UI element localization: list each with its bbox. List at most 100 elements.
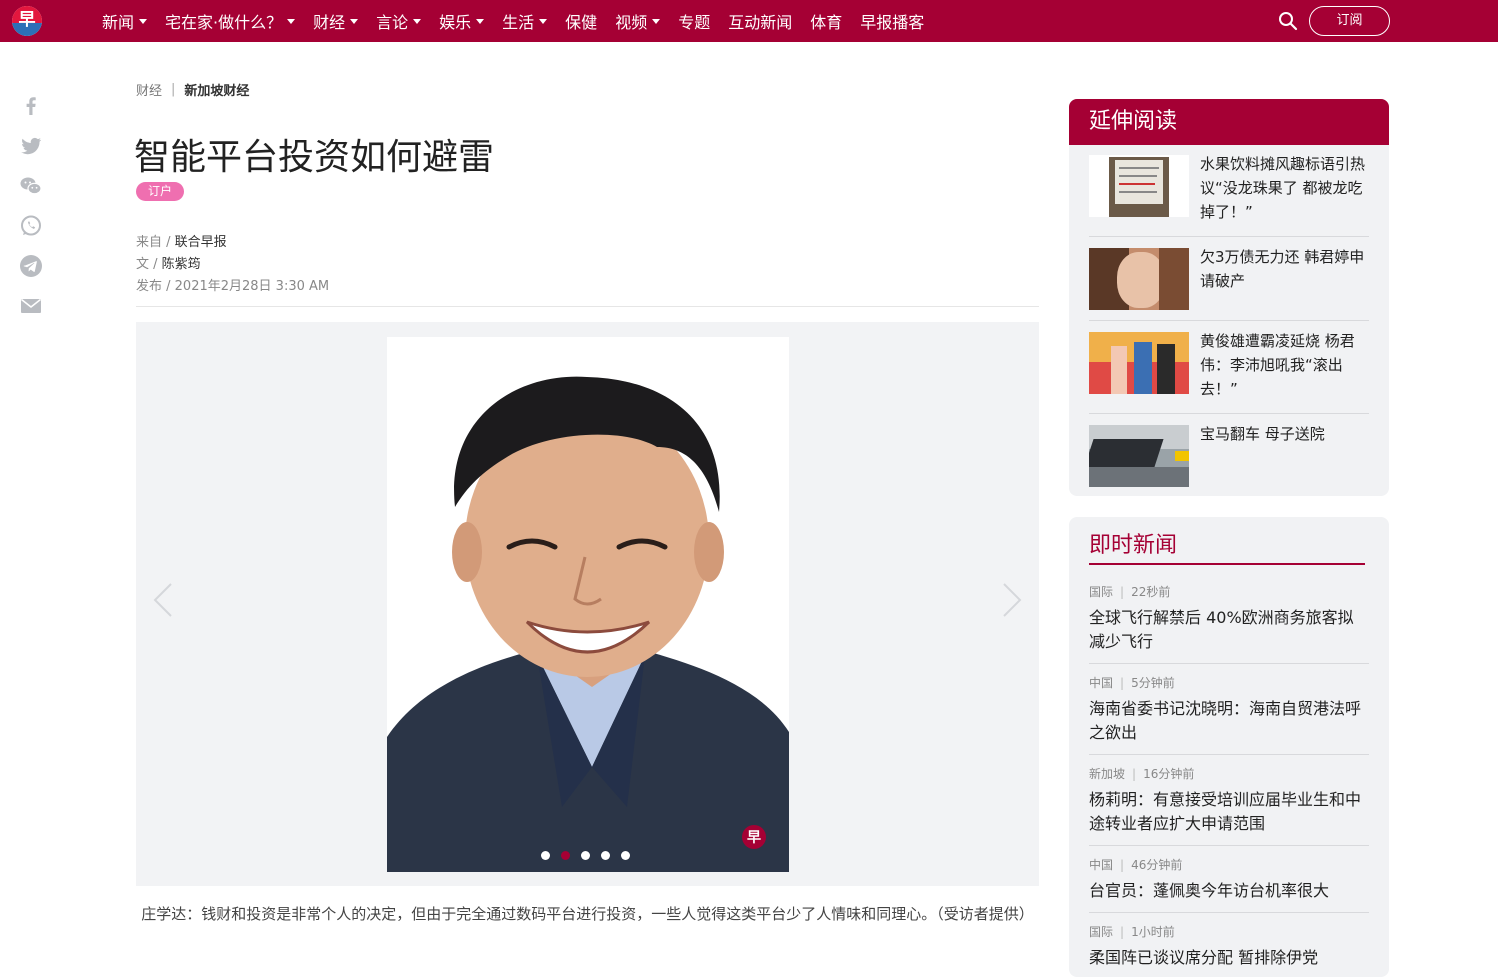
nav-item-label: 体育 (810, 13, 843, 32)
news-item[interactable]: 国际 | 1小时前 柔国阵已谈议席分配 暂排除伊党 (1089, 923, 1369, 970)
breadcrumb-parent[interactable]: 财经 (136, 80, 162, 99)
related-headline[interactable]: 水果饮料摊风趣标语引热议“没龙珠果了 都被龙吃掉了！” (1200, 152, 1369, 224)
nav-item[interactable]: 宅在家·做什么？ (165, 9, 296, 33)
breadcrumb: 财经 | 新加坡财经 (136, 80, 249, 99)
nav-item[interactable]: 专题 (678, 9, 710, 33)
author-value[interactable]: 陈紫筠 (162, 257, 201, 272)
divider (1089, 845, 1369, 846)
nav-item[interactable]: 互动新闻 (728, 9, 792, 33)
news-time: 5分钟前 (1131, 676, 1175, 690)
news-headline[interactable]: 杨莉明：有意接受培训应届毕业生和中途转业者应扩大申请范围 (1089, 788, 1369, 836)
nav-menu: 新闻 宅在家·做什么？ 财经 言论 娱乐 生活 保健 视频 专题 互动新闻 体育 早报播客 (102, 0, 942, 42)
news-headline[interactable]: 海南省委书记沈晓明：海南自贸港法呼之欲出 (1089, 697, 1369, 745)
page-title: 智能平台投资如何避雷 (134, 137, 495, 178)
chevron-down-icon (652, 18, 661, 24)
nav-item-label: 言论 (376, 13, 409, 32)
twitter-icon[interactable] (19, 134, 43, 158)
news-time: 22秒前 (1131, 585, 1171, 599)
nav-item[interactable]: 生活 (502, 9, 548, 33)
news-meta: 国际 | 22秒前 (1089, 585, 1171, 599)
chevron-down-icon (350, 18, 359, 24)
nav-item[interactable]: 言论 (376, 9, 422, 33)
nav-item[interactable]: 视频 (615, 9, 661, 33)
news-time: 1小时前 (1131, 925, 1175, 939)
published-label: 发布 / (136, 279, 175, 294)
nav-item[interactable]: 新闻 (102, 9, 148, 33)
related-item[interactable]: 宝马翻车 母子送院 (1089, 425, 1369, 487)
related-headline[interactable]: 欠3万债无力还 韩君婷申请破产 (1200, 245, 1369, 310)
nav-item-label: 财经 (313, 13, 346, 32)
news-headline[interactable]: 台官员：蓬佩奥今年访台机率很大 (1089, 879, 1369, 903)
news-headline[interactable]: 柔国阵已谈议席分配 暂排除伊党 (1089, 946, 1369, 970)
news-item[interactable]: 中国 | 46分钟前 台官员：蓬佩奥今年访台机率很大 (1089, 856, 1369, 903)
gallery-dot[interactable] (601, 851, 610, 860)
chevron-down-icon (139, 18, 148, 24)
news-item[interactable]: 新加坡 | 16分钟前 杨莉明：有意接受培训应届毕业生和中途转业者应扩大申请范围 (1089, 765, 1369, 836)
gallery-dot[interactable] (541, 851, 550, 860)
related-item[interactable]: 水果饮料摊风趣标语引热议“没龙珠果了 都被龙吃掉了！” (1089, 155, 1369, 224)
facebook-icon[interactable] (19, 93, 43, 117)
nav-item[interactable]: 早报播客 (860, 9, 924, 33)
news-category[interactable]: 国际 (1089, 585, 1113, 599)
news-item[interactable]: 中国 | 5分钟前 海南省委书记沈晓明：海南自贸港法呼之欲出 (1089, 674, 1369, 745)
news-category[interactable]: 新加坡 (1089, 767, 1125, 781)
news-item[interactable]: 国际 | 22秒前 全球飞行解禁后 40%欧洲商务旅客拟减少飞行 (1089, 583, 1369, 654)
latest-news-title: 即时新闻 (1089, 533, 1178, 558)
nav-item[interactable]: 保健 (565, 9, 597, 33)
divider (136, 306, 1039, 307)
nav-item-label: 专题 (678, 13, 711, 32)
nav-item[interactable]: 体育 (810, 9, 842, 33)
portrait-illustration: 早 (387, 337, 789, 872)
telegram-icon[interactable] (19, 254, 43, 278)
divider (1089, 236, 1369, 237)
whatsapp-icon[interactable] (19, 214, 43, 238)
nav-item-label: 新闻 (102, 13, 135, 32)
logo-character: 早 (18, 10, 36, 30)
title-underline (1089, 563, 1365, 565)
article-published: 发布 / 2021年2月28日 3:30 AM (136, 275, 329, 294)
breadcrumb-current[interactable]: 新加坡财经 (184, 80, 249, 99)
photo-gallery[interactable]: 早 (136, 322, 1039, 886)
svg-text:早: 早 (747, 830, 761, 846)
chevron-down-icon (539, 18, 548, 24)
chevron-down-icon (413, 18, 422, 24)
nav-item-label: 保健 (565, 13, 598, 32)
wechat-icon[interactable] (19, 174, 43, 198)
subscribe-button[interactable]: 订阅 (1309, 6, 1390, 36)
divider (1089, 912, 1369, 913)
chevron-down-icon (287, 18, 296, 24)
photo-caption: 庄学达：钱财和投资是非常个人的决定，但由于完全通过数码平台进行投资，一些人觉得这… (141, 905, 1034, 923)
related-item[interactable]: 黄俊雄遭霸凌延烧 杨君伟：李沛旭吼我“滚出去！” (1089, 332, 1369, 401)
gallery-dot[interactable] (621, 851, 630, 860)
nav-item-label: 娱乐 (439, 13, 472, 32)
published-value: 2021年2月28日 3:30 AM (174, 279, 330, 294)
related-headline[interactable]: 宝马翻车 母子送院 (1200, 422, 1325, 487)
related-headline[interactable]: 黄俊雄遭霸凌延烧 杨君伟：李沛旭吼我“滚出去！” (1200, 329, 1369, 401)
nav-item-label: 视频 (615, 13, 648, 32)
source-label: 来自 / (136, 235, 175, 250)
nav-item-label: 早报播客 (860, 13, 925, 32)
news-category[interactable]: 中国 (1089, 676, 1113, 690)
gallery-dot[interactable] (561, 851, 570, 860)
related-item[interactable]: 欠3万债无力还 韩君婷申请破产 (1089, 248, 1369, 310)
search-icon[interactable] (1278, 11, 1298, 31)
divider (1089, 663, 1369, 664)
related-thumbnail (1089, 248, 1189, 310)
news-category[interactable]: 国际 (1089, 925, 1113, 939)
latest-news-panel: 即时新闻 国际 | 22秒前 全球飞行解禁后 40%欧洲商务旅客拟减少飞行 中国 | 5… (1069, 517, 1389, 977)
email-icon[interactable] (19, 294, 43, 318)
gallery-prev-arrow-icon[interactable] (144, 580, 184, 620)
zaobao-logo[interactable]: 早 (12, 6, 42, 36)
article-photo[interactable]: 早 (387, 337, 789, 872)
subscriber-badge: 订户 (136, 182, 184, 201)
gallery-next-arrow-icon[interactable] (991, 580, 1031, 620)
news-meta: 新加坡 | 16分钟前 (1089, 767, 1195, 781)
chevron-down-icon (476, 18, 485, 24)
news-category[interactable]: 中国 (1089, 858, 1113, 872)
divider (1089, 320, 1369, 321)
nav-item[interactable]: 财经 (313, 9, 359, 33)
nav-item[interactable]: 娱乐 (439, 9, 485, 33)
news-headline[interactable]: 全球飞行解禁后 40%欧洲商务旅客拟减少飞行 (1089, 606, 1369, 654)
gallery-dot[interactable] (581, 851, 590, 860)
news-time: 16分钟前 (1143, 767, 1195, 781)
